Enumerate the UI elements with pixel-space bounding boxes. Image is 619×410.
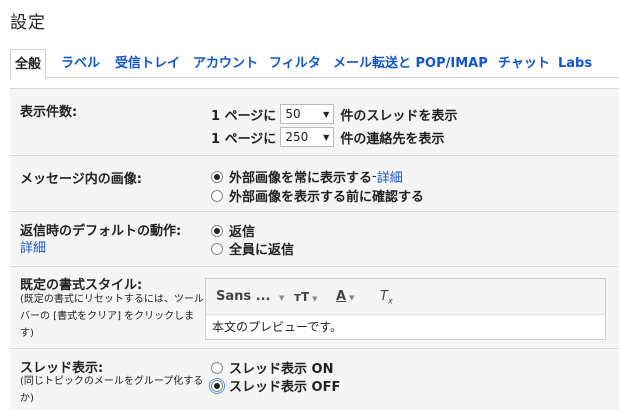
tab-accounts[interactable]: アカウント (193, 49, 258, 78)
reply-option-reply-all: 全員に返信 (211, 239, 294, 258)
page-title: 設定 (10, 13, 46, 33)
dropdown-arrow-icon: ▼ (279, 294, 285, 302)
tab-forwarding-pop-imap[interactable]: メール転送と POP/IMAP (333, 49, 488, 78)
clear-formatting-icon: Tx (380, 289, 393, 306)
font-family-dropdown-arrow[interactable]: ▼ (276, 279, 284, 315)
font-size-icon: тT (294, 290, 310, 304)
images-always-radio[interactable] (211, 170, 223, 183)
images-always-label: 外部画像を常に表示する (229, 171, 373, 186)
tab-inbox[interactable]: 受信トレイ (115, 49, 180, 78)
tab-labs[interactable]: Labs (558, 49, 592, 78)
threads-prefix: 1 ページに (211, 108, 277, 124)
section-images: メッセージ内の画像: 外部画像を常に表示する - 詳細 外部画像を表示する前に確… (10, 155, 619, 210)
threads-per-page-value: 50 (285, 107, 301, 121)
section-conversation-view: スレッド表示: (同じトピックのメールをグループ化するか) スレッド表示 ON … (10, 348, 619, 410)
max-page-size-label: 表示件数: (20, 105, 78, 120)
contacts-per-page-select[interactable]: 250 ▼ (280, 127, 335, 147)
section-max-page-size: 表示件数: 1 ページに 50 ▼ 件のスレッドを表示 1 ページに 250 ▼… (10, 88, 619, 154)
tab-filters[interactable]: フィルタ (269, 49, 321, 78)
reply-all-option-label: 全員に返信 (229, 243, 295, 258)
reply-option-label: 返信 (229, 225, 256, 240)
contacts-suffix: 件の連絡先を表示 (340, 131, 445, 147)
settings-tabs: 全般 ラベル 受信トレイ アカウント フィルタ メール転送と POP/IMAP … (10, 49, 619, 79)
reply-learn-more-link[interactable]: 詳細 (20, 241, 46, 256)
images-learn-more-link[interactable]: 詳細 (377, 167, 403, 186)
images-ask-radio[interactable] (211, 189, 223, 202)
conversation-off-radio[interactable] (209, 377, 225, 394)
text-color-icon: A (336, 289, 347, 304)
conversation-option-off: スレッド表示 OFF (209, 376, 341, 395)
images-label: メッセージ内の画像: (20, 172, 142, 187)
dropdown-arrow-icon: ▼ (349, 294, 355, 302)
images-ask-label: 外部画像を表示する前に確認する (229, 190, 425, 205)
conversation-off-label: スレッド表示 OFF (229, 380, 341, 395)
dropdown-arrow-icon: ▼ (323, 109, 330, 119)
contacts-prefix: 1 ページに (211, 131, 277, 147)
text-color-button[interactable]: A ▼ (336, 279, 354, 315)
font-family-dropdown[interactable]: Sans ... (216, 279, 270, 315)
page-size-row-threads: 1 ページに 50 ▼ 件のスレッドを表示 (211, 104, 457, 124)
reply-learn-more: 詳細 (20, 237, 46, 256)
text-style-preview: 本文のプレビューです。 (212, 320, 343, 334)
editor-toolbar: Sans ... ▼ тT ▼ A ▼ Tx (206, 279, 605, 315)
dropdown-arrow-icon: ▼ (312, 295, 318, 303)
conversation-on-label: スレッド表示 ON (229, 362, 334, 377)
section-reply-behavior: 返信時のデフォルトの動作: 詳細 返信 全員に返信 (10, 211, 619, 265)
reply-all-radio[interactable] (211, 242, 223, 255)
conversation-note: (同じトピックのメールをグループ化するか) (20, 376, 204, 404)
tab-chat[interactable]: チャット (498, 49, 550, 78)
conversation-on-radio[interactable] (211, 361, 223, 374)
dropdown-arrow-icon: ▼ (323, 132, 330, 142)
conversation-option-on: スレッド表示 ON (211, 358, 333, 377)
font-size-button[interactable]: тT ▼ (294, 279, 318, 315)
text-style-note: (既定の書式にリセットするには、ツールバーの [書式をクリア] をクリックします… (20, 294, 204, 339)
font-family-value: Sans ... (216, 289, 271, 304)
reply-radio[interactable] (211, 224, 223, 237)
threads-suffix: 件のスレッドを表示 (340, 108, 458, 124)
images-option-always: 外部画像を常に表示する - 詳細 (211, 167, 403, 186)
clear-formatting-button[interactable]: Tx (380, 279, 393, 315)
contacts-per-page-value: 250 (285, 130, 309, 144)
tab-general[interactable]: 全般 (10, 49, 47, 79)
images-option-ask: 外部画像を表示する前に確認する (211, 186, 424, 205)
threads-per-page-select[interactable]: 50 ▼ (280, 104, 335, 124)
tab-labels[interactable]: ラベル (61, 49, 100, 78)
reply-option-reply: 返信 (211, 221, 255, 240)
page-size-row-contacts: 1 ページに 250 ▼ 件の連絡先を表示 (211, 127, 444, 147)
text-style-editor: Sans ... ▼ тT ▼ A ▼ Tx 本文のプレビューです。 (205, 278, 606, 340)
